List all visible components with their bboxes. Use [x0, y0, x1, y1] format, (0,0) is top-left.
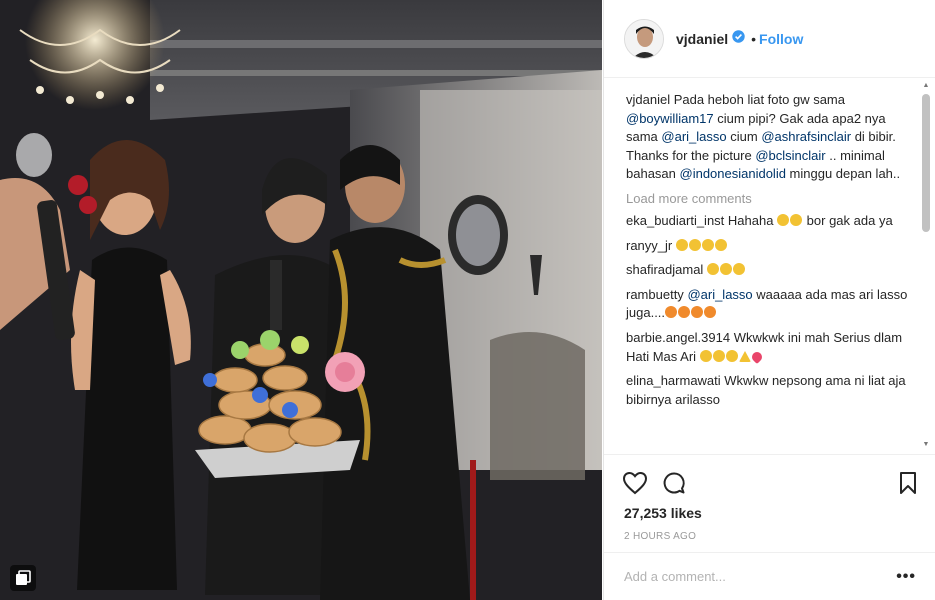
mention-link[interactable]: @indonesianidolid — [680, 166, 786, 181]
post-photo-image — [0, 0, 602, 600]
laughing-emoji-icon — [706, 263, 719, 276]
avatar[interactable] — [624, 18, 664, 59]
laughing-emoji-icon — [714, 238, 727, 251]
laughing-emoji-icon — [688, 238, 701, 251]
comment-username[interactable]: rambuetty — [626, 287, 684, 302]
heart-eyes-emoji-icon — [678, 306, 691, 319]
laughing-emoji-icon — [790, 213, 803, 226]
comment-item: eka_budiarti_inst Hahaha bor gak ada ya — [626, 212, 914, 231]
laughing-emoji-icon — [675, 238, 688, 251]
caption-username[interactable]: vjdaniel — [626, 92, 670, 107]
post-actions: 27,253 likes 2 HOURS AGO — [604, 454, 935, 542]
comment-item: rambuetty @ari_lasso waaaaa ada mas ari … — [626, 286, 914, 323]
laughing-emoji-icon — [719, 263, 732, 276]
mention-link[interactable]: @ari_lasso — [661, 129, 726, 144]
likes-count[interactable]: 27,253 likes — [624, 505, 918, 521]
laughing-emoji-icon — [732, 263, 745, 276]
comment-text: Hahaha — [724, 212, 778, 228]
post-photo[interactable] — [0, 0, 602, 600]
mention-link[interactable]: @boywilliam17 — [626, 111, 714, 126]
comment-item: barbie.angel.3914 Wkwkwk ini mah Serius … — [626, 329, 914, 366]
caption-text: minggu depan lah.. — [785, 166, 901, 182]
load-more-comments-button[interactable]: Load more comments — [626, 190, 914, 208]
scroll-up-arrow-icon[interactable]: ▲ — [921, 81, 931, 91]
laughing-emoji-icon — [777, 213, 790, 226]
caption-text: cium — [726, 129, 762, 145]
carousel-icon — [10, 565, 36, 591]
verified-badge-icon — [732, 29, 745, 48]
comments-scrollbar[interactable]: ▲ — [921, 81, 931, 451]
heart-icon[interactable] — [622, 471, 648, 495]
comment-item: ranyy_jr — [626, 237, 914, 256]
comment-icon[interactable] — [662, 471, 686, 495]
comment-items: eka_budiarti_inst Hahaha bor gak ada ya r… — [626, 212, 914, 409]
comment-item: elina_harmawati Wkwkw nepsong ama ni lia… — [626, 372, 914, 409]
comment-username[interactable]: ranyy_jr — [626, 238, 672, 253]
post-side-panel: vjdaniel • Follow vjdaniel Pada heboh li… — [603, 0, 935, 600]
bookmark-icon[interactable] — [898, 471, 918, 495]
caption: vjdaniel Pada heboh liat foto gw sama @b… — [626, 91, 914, 184]
comment-username[interactable]: shafiradjamal — [626, 262, 703, 277]
separator-dot: • — [751, 30, 757, 47]
laughing-emoji-icon — [725, 349, 738, 362]
scroll-down-arrow-icon[interactable]: ▼ — [921, 440, 931, 450]
caption-text: Pada heboh liat foto gw sama — [670, 92, 845, 107]
heart-eyes-emoji-icon — [704, 306, 717, 319]
follow-button[interactable]: Follow — [759, 31, 803, 47]
heart-eyes-emoji-icon — [691, 306, 704, 319]
add-comment-bar: ••• — [604, 552, 935, 600]
comment-input[interactable] — [624, 569, 897, 584]
post-header: vjdaniel • Follow — [604, 0, 935, 78]
scroll-thumb[interactable] — [922, 94, 930, 232]
mention-link[interactable]: @ari_lasso — [687, 287, 752, 302]
comment-item: shafiradjamal — [626, 261, 914, 280]
post-timestamp[interactable]: 2 HOURS AGO — [624, 531, 918, 542]
comment-username[interactable]: eka_budiarti_inst — [626, 213, 724, 228]
mention-link[interactable]: @ashrafsinclair — [761, 129, 851, 144]
pray-emoji-icon — [738, 350, 751, 362]
more-options-icon[interactable]: ••• — [896, 568, 916, 586]
username-link[interactable]: vjdaniel — [676, 31, 728, 47]
laughing-emoji-icon — [712, 349, 725, 362]
comment-username[interactable]: elina_harmawati — [626, 373, 721, 388]
heart-eyes-emoji-icon — [665, 306, 678, 319]
comments-list[interactable]: vjdaniel Pada heboh liat foto gw sama @b… — [604, 79, 935, 453]
laughing-emoji-icon — [701, 238, 714, 251]
comment-username[interactable]: barbie.angel.3914 — [626, 330, 730, 345]
mention-link[interactable]: @bclsinclair — [755, 148, 825, 163]
comment-text: bor gak ada ya — [803, 212, 893, 228]
laughing-emoji-icon — [699, 349, 712, 362]
kiss-emoji-icon — [749, 349, 764, 364]
